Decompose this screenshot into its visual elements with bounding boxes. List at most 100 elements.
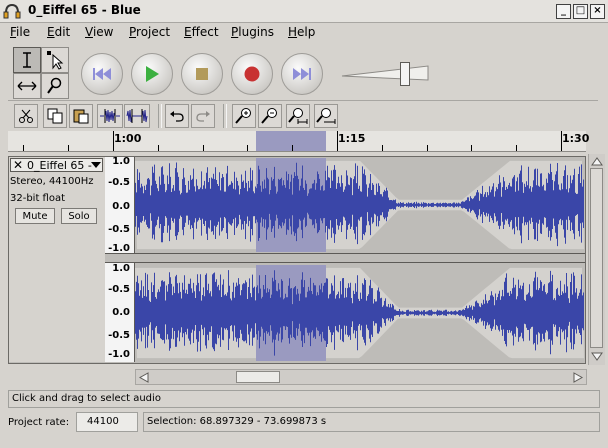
- toolbar-separator: [158, 104, 162, 128]
- ruler-minor-tick: [68, 145, 69, 151]
- horizontal-scrollbar[interactable]: [135, 369, 587, 385]
- menu-file[interactable]: File: [10, 25, 30, 39]
- stop-button[interactable]: [181, 53, 223, 95]
- ruler-minor-tick: [158, 145, 159, 151]
- play-icon: [146, 66, 159, 82]
- scroll-down-arrow-icon[interactable]: [591, 352, 603, 362]
- skip-start-icon: [93, 68, 111, 80]
- menu-project[interactable]: Project: [129, 25, 170, 39]
- close-track-icon[interactable]: ✕: [13, 158, 23, 172]
- copy-icon: [47, 108, 63, 124]
- paste-icon: [73, 109, 89, 124]
- ruler-minor-tick: [247, 145, 248, 151]
- status-hint: Click and drag to select audio: [12, 393, 161, 404]
- dropdown-arrow-icon: [91, 162, 101, 168]
- track-name-bar[interactable]: ✕ 0_Eiffel 65 -: [10, 158, 103, 172]
- zoom-out-button[interactable]: [258, 104, 282, 128]
- toolbar-divider: [8, 100, 598, 101]
- ruler-label: 1:30: [562, 132, 590, 145]
- maximize-button[interactable]: □: [573, 4, 588, 19]
- undo-button[interactable]: [165, 104, 189, 128]
- menu-help[interactable]: Help: [288, 25, 315, 39]
- ruler-minor-tick: [113, 145, 114, 151]
- track-name-menu[interactable]: 0_Eiffel 65 -: [27, 159, 92, 172]
- skip-to-end-button[interactable]: [281, 53, 323, 95]
- project-rate-field[interactable]: 44100: [76, 412, 138, 432]
- trim-icon: [100, 109, 120, 123]
- silence-icon: [126, 109, 148, 123]
- double-arrow-icon: [17, 81, 37, 91]
- solo-button[interactable]: Solo: [61, 208, 97, 224]
- redo-icon: [196, 111, 210, 122]
- redo-button[interactable]: [191, 104, 215, 128]
- selection-panel: Selection: 68.897329 - 73.699873 s: [143, 412, 600, 432]
- ruler-minor-tick: [292, 145, 293, 151]
- mute-button[interactable]: Mute: [15, 208, 55, 224]
- vertical-scrollbar[interactable]: [588, 154, 605, 365]
- fit-selection-button[interactable]: [286, 104, 310, 128]
- envelope-tool-button[interactable]: [41, 47, 69, 73]
- paste-button[interactable]: [69, 104, 93, 128]
- selection-tool-button[interactable]: [13, 47, 41, 73]
- ruler-minor-tick: [516, 145, 517, 151]
- horizontal-scroll-thumb[interactable]: [236, 371, 280, 383]
- skip-to-start-button[interactable]: [81, 53, 123, 95]
- ruler-selection: [256, 131, 326, 151]
- status-hint-panel: Click and drag to select audio: [8, 390, 600, 408]
- scroll-left-arrow-icon[interactable]: [138, 372, 149, 383]
- zoom-tool-button[interactable]: [41, 73, 69, 99]
- ruler-minor-tick: [561, 145, 562, 151]
- ruler-minor-tick: [337, 145, 338, 151]
- play-button[interactable]: [131, 53, 173, 95]
- trim-button[interactable]: [97, 104, 123, 128]
- window-title: 0_Eiffel 65 - Blue: [28, 3, 141, 17]
- ruler-minor-tick: [203, 145, 204, 151]
- scroll-right-arrow-icon[interactable]: [573, 372, 584, 383]
- fit-project-button[interactable]: [314, 104, 338, 128]
- volume-slider-thumb[interactable]: [400, 62, 410, 86]
- project-rate-value: 44100: [87, 416, 119, 427]
- project-rate-label: Project rate:: [8, 417, 70, 428]
- volume-slider-track: [341, 65, 429, 81]
- undo-icon: [170, 111, 184, 122]
- close-button[interactable]: ×: [590, 4, 605, 19]
- copy-button[interactable]: [43, 104, 67, 128]
- scale-label: 0.0: [112, 201, 130, 212]
- scroll-up-arrow-icon[interactable]: [591, 156, 603, 166]
- ruler-label: 1:00: [114, 132, 142, 145]
- scale-label: -0.5: [108, 284, 130, 295]
- left-channel-waveform[interactable]: [135, 158, 584, 252]
- magnifier-icon: [47, 77, 62, 94]
- cut-button[interactable]: [14, 104, 38, 128]
- record-icon: [244, 66, 260, 82]
- toolbar-separator: [223, 104, 227, 128]
- ruler-minor-tick: [471, 145, 472, 151]
- vertical-scroll-thumb[interactable]: [590, 168, 603, 348]
- fit-selection-icon: [288, 108, 308, 124]
- right-channel-waveform[interactable]: [135, 265, 584, 361]
- silence-button[interactable]: [124, 104, 150, 128]
- fit-project-icon: [316, 108, 336, 124]
- zoom-in-icon: [235, 108, 251, 124]
- ibeam-icon: [23, 52, 31, 68]
- ruler-minor-tick: [23, 145, 24, 151]
- menu-view[interactable]: View: [85, 25, 113, 39]
- minimize-button[interactable]: _: [556, 4, 571, 19]
- scale-label: -0.5: [108, 224, 130, 235]
- ruler-minor-tick: [382, 145, 383, 151]
- zoom-in-button[interactable]: [232, 104, 256, 128]
- pointer-icon: [47, 51, 64, 70]
- record-button[interactable]: [231, 53, 273, 95]
- skip-end-icon: [293, 68, 311, 80]
- menu-bar: File Edit View Project Effect Plugins He…: [0, 22, 608, 44]
- track-control-panel[interactable]: ✕ 0_Eiffel 65 - Stereo, 44100Hz 32-bit f…: [9, 157, 106, 362]
- timeline-ruler[interactable]: 1:00 1:15 1:30: [8, 131, 590, 152]
- time-shift-tool-button[interactable]: [13, 73, 41, 99]
- channel-divider: [105, 253, 585, 263]
- menu-edit[interactable]: Edit: [47, 25, 70, 39]
- scale-label: 1.0: [112, 263, 130, 274]
- ruler-label: 1:15: [338, 132, 366, 145]
- menu-plugins[interactable]: Plugins: [231, 25, 274, 39]
- menu-effect[interactable]: Effect: [184, 25, 219, 39]
- scale-label: 1.0: [112, 156, 130, 167]
